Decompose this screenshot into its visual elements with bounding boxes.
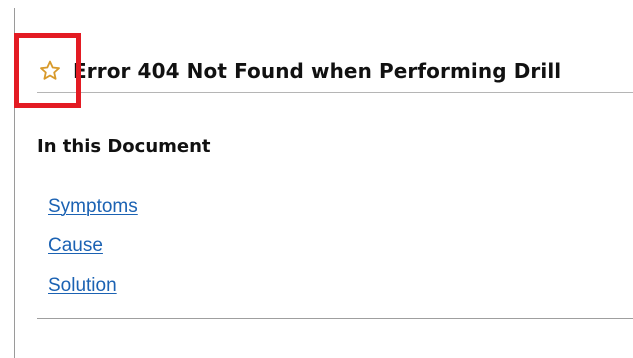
document-title: Error 404 Not Found when Performing Dril…	[73, 59, 562, 83]
toc-link-solution[interactable]: Solution	[48, 275, 117, 297]
content-divider	[37, 318, 633, 319]
toc-link-symptoms[interactable]: Symptoms	[48, 196, 138, 218]
section-heading: In this Document	[37, 136, 211, 157]
title-divider	[37, 92, 633, 93]
highlight-box	[14, 33, 81, 108]
document-page: Error 404 Not Found when Performing Dril…	[0, 0, 633, 358]
document-header-bar	[14, 8, 633, 46]
document-title-row: Error 404 Not Found when Performing Dril…	[37, 55, 633, 87]
toc-link-cause[interactable]: Cause	[48, 235, 103, 257]
